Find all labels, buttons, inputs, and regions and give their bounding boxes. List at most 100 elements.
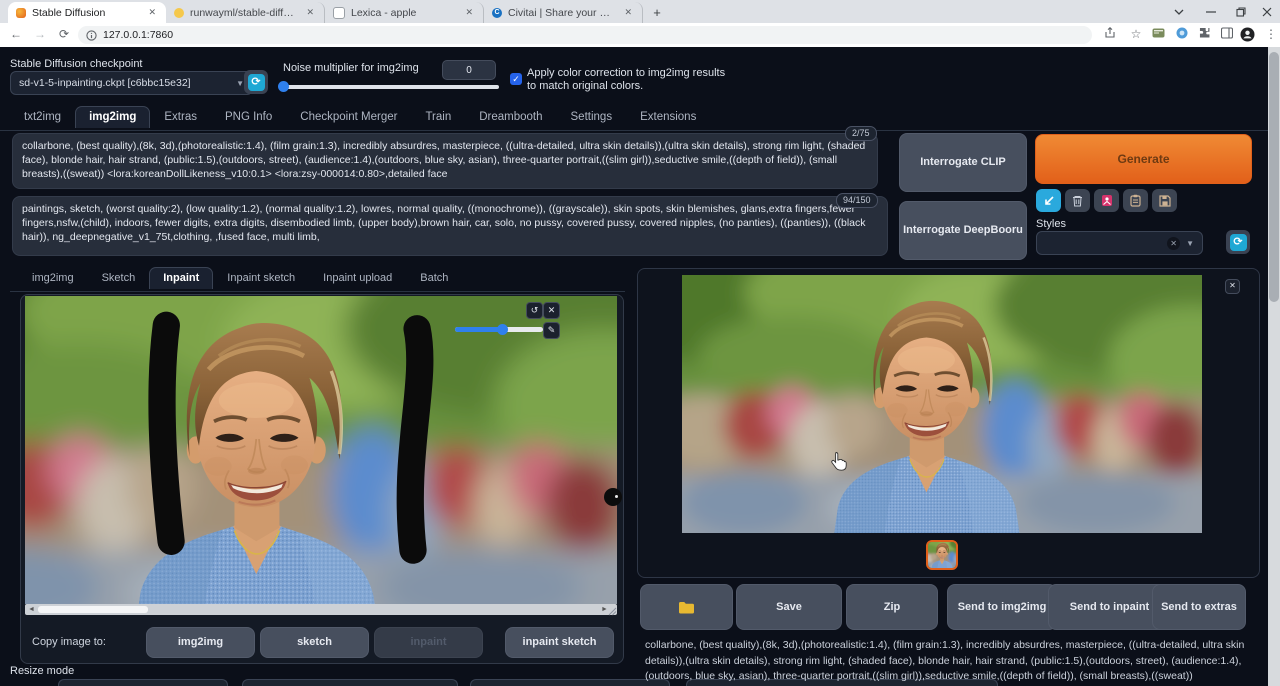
browser-tab-label: Stable Diffusion: [32, 7, 140, 19]
tab-close-icon[interactable]: ✕: [146, 7, 158, 18]
save-style-button[interactable]: [1152, 189, 1177, 212]
checkpoint-select[interactable]: sd-v1-5-inpainting.ckpt [c6bbc15e32] ▼: [10, 71, 253, 95]
brush-preview-dot: [604, 488, 622, 506]
negative-prompt-textarea[interactable]: paintings, sketch, (worst quality:2), (l…: [12, 196, 888, 256]
copy-to-inpaint-sketch-button[interactable]: inpaint sketch: [505, 627, 614, 658]
tab-png-info[interactable]: PNG Info: [211, 106, 286, 128]
new-tab-button[interactable]: +: [649, 5, 665, 21]
tab-dreambooth[interactable]: Dreambooth: [465, 106, 556, 128]
browser-menu-icon[interactable]: ⋮: [1263, 27, 1279, 41]
subtab-inpaint-sketch[interactable]: Inpaint sketch: [213, 267, 309, 289]
bookmark-star-icon[interactable]: ☆: [1128, 27, 1144, 41]
noise-value-input[interactable]: [442, 60, 496, 80]
inpaint-brush-stroke-right: [410, 329, 420, 550]
copy-to-sketch-button[interactable]: sketch: [260, 627, 369, 658]
send-to-img2img-button[interactable]: Send to img2img: [947, 584, 1057, 630]
share-icon[interactable]: [1104, 27, 1120, 39]
clear-image-button[interactable]: ✕: [543, 302, 560, 319]
tab-extensions[interactable]: Extensions: [626, 106, 710, 128]
subtab-img2img[interactable]: img2img: [18, 267, 88, 289]
styles-clear-icon[interactable]: ✕: [1167, 237, 1180, 250]
back-button[interactable]: ←: [8, 27, 24, 41]
resize-mode-option[interactable]: [58, 679, 228, 686]
extra-networks-button[interactable]: [1094, 189, 1119, 212]
tab-extras[interactable]: Extras: [150, 106, 211, 128]
tab-train[interactable]: Train: [411, 106, 465, 128]
window-chevron-icon[interactable]: [1174, 0, 1184, 23]
tab-txt2img[interactable]: txt2img: [10, 106, 75, 128]
result-thumbnail[interactable]: [926, 540, 958, 570]
forward-button[interactable]: →: [32, 27, 48, 41]
styles-select[interactable]: ✕ ▼: [1036, 231, 1203, 255]
civitai-favicon: C: [492, 8, 502, 18]
color-correction-checkbox[interactable]: ✓: [510, 73, 522, 85]
prompt-token-counter: 2/75: [845, 126, 877, 141]
styles-refresh-button[interactable]: ⟳: [1226, 230, 1250, 254]
browser-tab-civitai[interactable]: C Civitai | Share your models ✕: [484, 2, 643, 23]
extension-wallet-icon[interactable]: [1152, 27, 1168, 39]
undo-brush-button[interactable]: ↺: [526, 302, 543, 319]
result-image[interactable]: [682, 275, 1202, 533]
tab-close-icon[interactable]: ✕: [463, 7, 475, 18]
browser-tab-stable-diffusion[interactable]: Stable Diffusion ✕: [8, 2, 166, 23]
window-minimize-button[interactable]: [1206, 0, 1216, 23]
send-to-extras-button[interactable]: Send to extras: [1152, 584, 1246, 630]
browser-tab-label: Civitai | Share your models: [508, 7, 616, 19]
extension-blue-icon[interactable]: [1176, 27, 1192, 39]
resize-mode-label: Resize mode: [10, 665, 74, 677]
site-info-icon[interactable]: [86, 30, 97, 41]
resize-mode-option[interactable]: [242, 679, 458, 686]
browser-tab-runwayml[interactable]: runwayml/stable-diffusion-inpai ✕: [166, 2, 325, 23]
prompt-textarea[interactable]: collarbone, (best quality),(8k, 3d),(pho…: [12, 133, 878, 189]
reload-button[interactable]: ⟳: [56, 27, 72, 41]
generate-button[interactable]: Generate: [1035, 134, 1252, 184]
apply-style-button[interactable]: [1123, 189, 1148, 212]
zip-button[interactable]: Zip: [846, 584, 938, 630]
noise-slider-handle[interactable]: [278, 81, 289, 92]
page-scrollbar-thumb[interactable]: [1269, 52, 1279, 302]
tab-img2img[interactable]: img2img: [75, 106, 150, 128]
resize-mode-option[interactable]: [470, 679, 670, 686]
noise-slider-track[interactable]: [281, 85, 499, 89]
interrogate-clip-button[interactable]: Interrogate CLIP: [899, 133, 1027, 192]
window-restore-button[interactable]: [1236, 0, 1246, 23]
brush-preview-highlight: [615, 495, 618, 498]
resize-corner-handle[interactable]: [608, 607, 617, 616]
subtab-batch[interactable]: Batch: [406, 267, 462, 289]
brush-color-button[interactable]: ✎: [543, 322, 560, 339]
tab-checkpoint-merger[interactable]: Checkpoint Merger: [286, 106, 411, 128]
tab-close-icon[interactable]: ✕: [304, 7, 316, 18]
checkpoint-refresh-button[interactable]: ⟳: [244, 70, 268, 94]
interrogate-deepbooru-button[interactable]: Interrogate DeepBooru: [899, 201, 1027, 260]
clear-prompt-button[interactable]: [1065, 189, 1090, 212]
tab-settings[interactable]: Settings: [557, 106, 627, 128]
save-button[interactable]: Save: [736, 584, 842, 630]
browser-tab-lexica[interactable]: Lexica - apple ✕: [325, 2, 484, 23]
extensions-puzzle-icon[interactable]: [1199, 27, 1215, 39]
folder-icon: [678, 601, 695, 614]
paste-params-button[interactable]: [1036, 189, 1061, 212]
inpaint-brush-stroke-left: [162, 325, 171, 541]
inpaint-canvas[interactable]: [25, 296, 617, 604]
subtab-divider: [10, 291, 625, 292]
subtab-inpaint[interactable]: Inpaint: [149, 267, 213, 289]
noise-label: Noise multiplier for img2img: [283, 62, 419, 74]
copy-to-img2img-button[interactable]: img2img: [146, 627, 255, 658]
styles-label: Styles: [1036, 218, 1066, 230]
screen: Stable Diffusion ✕ runwayml/stable-diffu…: [0, 0, 1280, 686]
profile-avatar[interactable]: [1240, 27, 1256, 42]
tab-close-icon[interactable]: ✕: [622, 7, 634, 18]
close-result-button[interactable]: ✕: [1225, 279, 1240, 294]
copy-to-inpaint-button[interactable]: inpaint: [374, 627, 483, 658]
open-folder-button[interactable]: [640, 584, 733, 630]
scroll-right-arrow[interactable]: ►: [601, 606, 608, 614]
scroll-left-arrow[interactable]: ◄: [28, 606, 35, 614]
subtab-inpaint-upload[interactable]: Inpaint upload: [309, 267, 406, 289]
subtab-sketch[interactable]: Sketch: [88, 267, 150, 289]
address-bar[interactable]: 127.0.0.1:7860: [78, 26, 1092, 44]
canvas-hscrollbar-thumb[interactable]: [38, 606, 148, 613]
window-close-button[interactable]: [1262, 0, 1272, 23]
brush-size-handle[interactable]: [497, 324, 508, 335]
floppy-save-icon: [1159, 195, 1171, 207]
side-panel-icon[interactable]: [1221, 27, 1237, 39]
